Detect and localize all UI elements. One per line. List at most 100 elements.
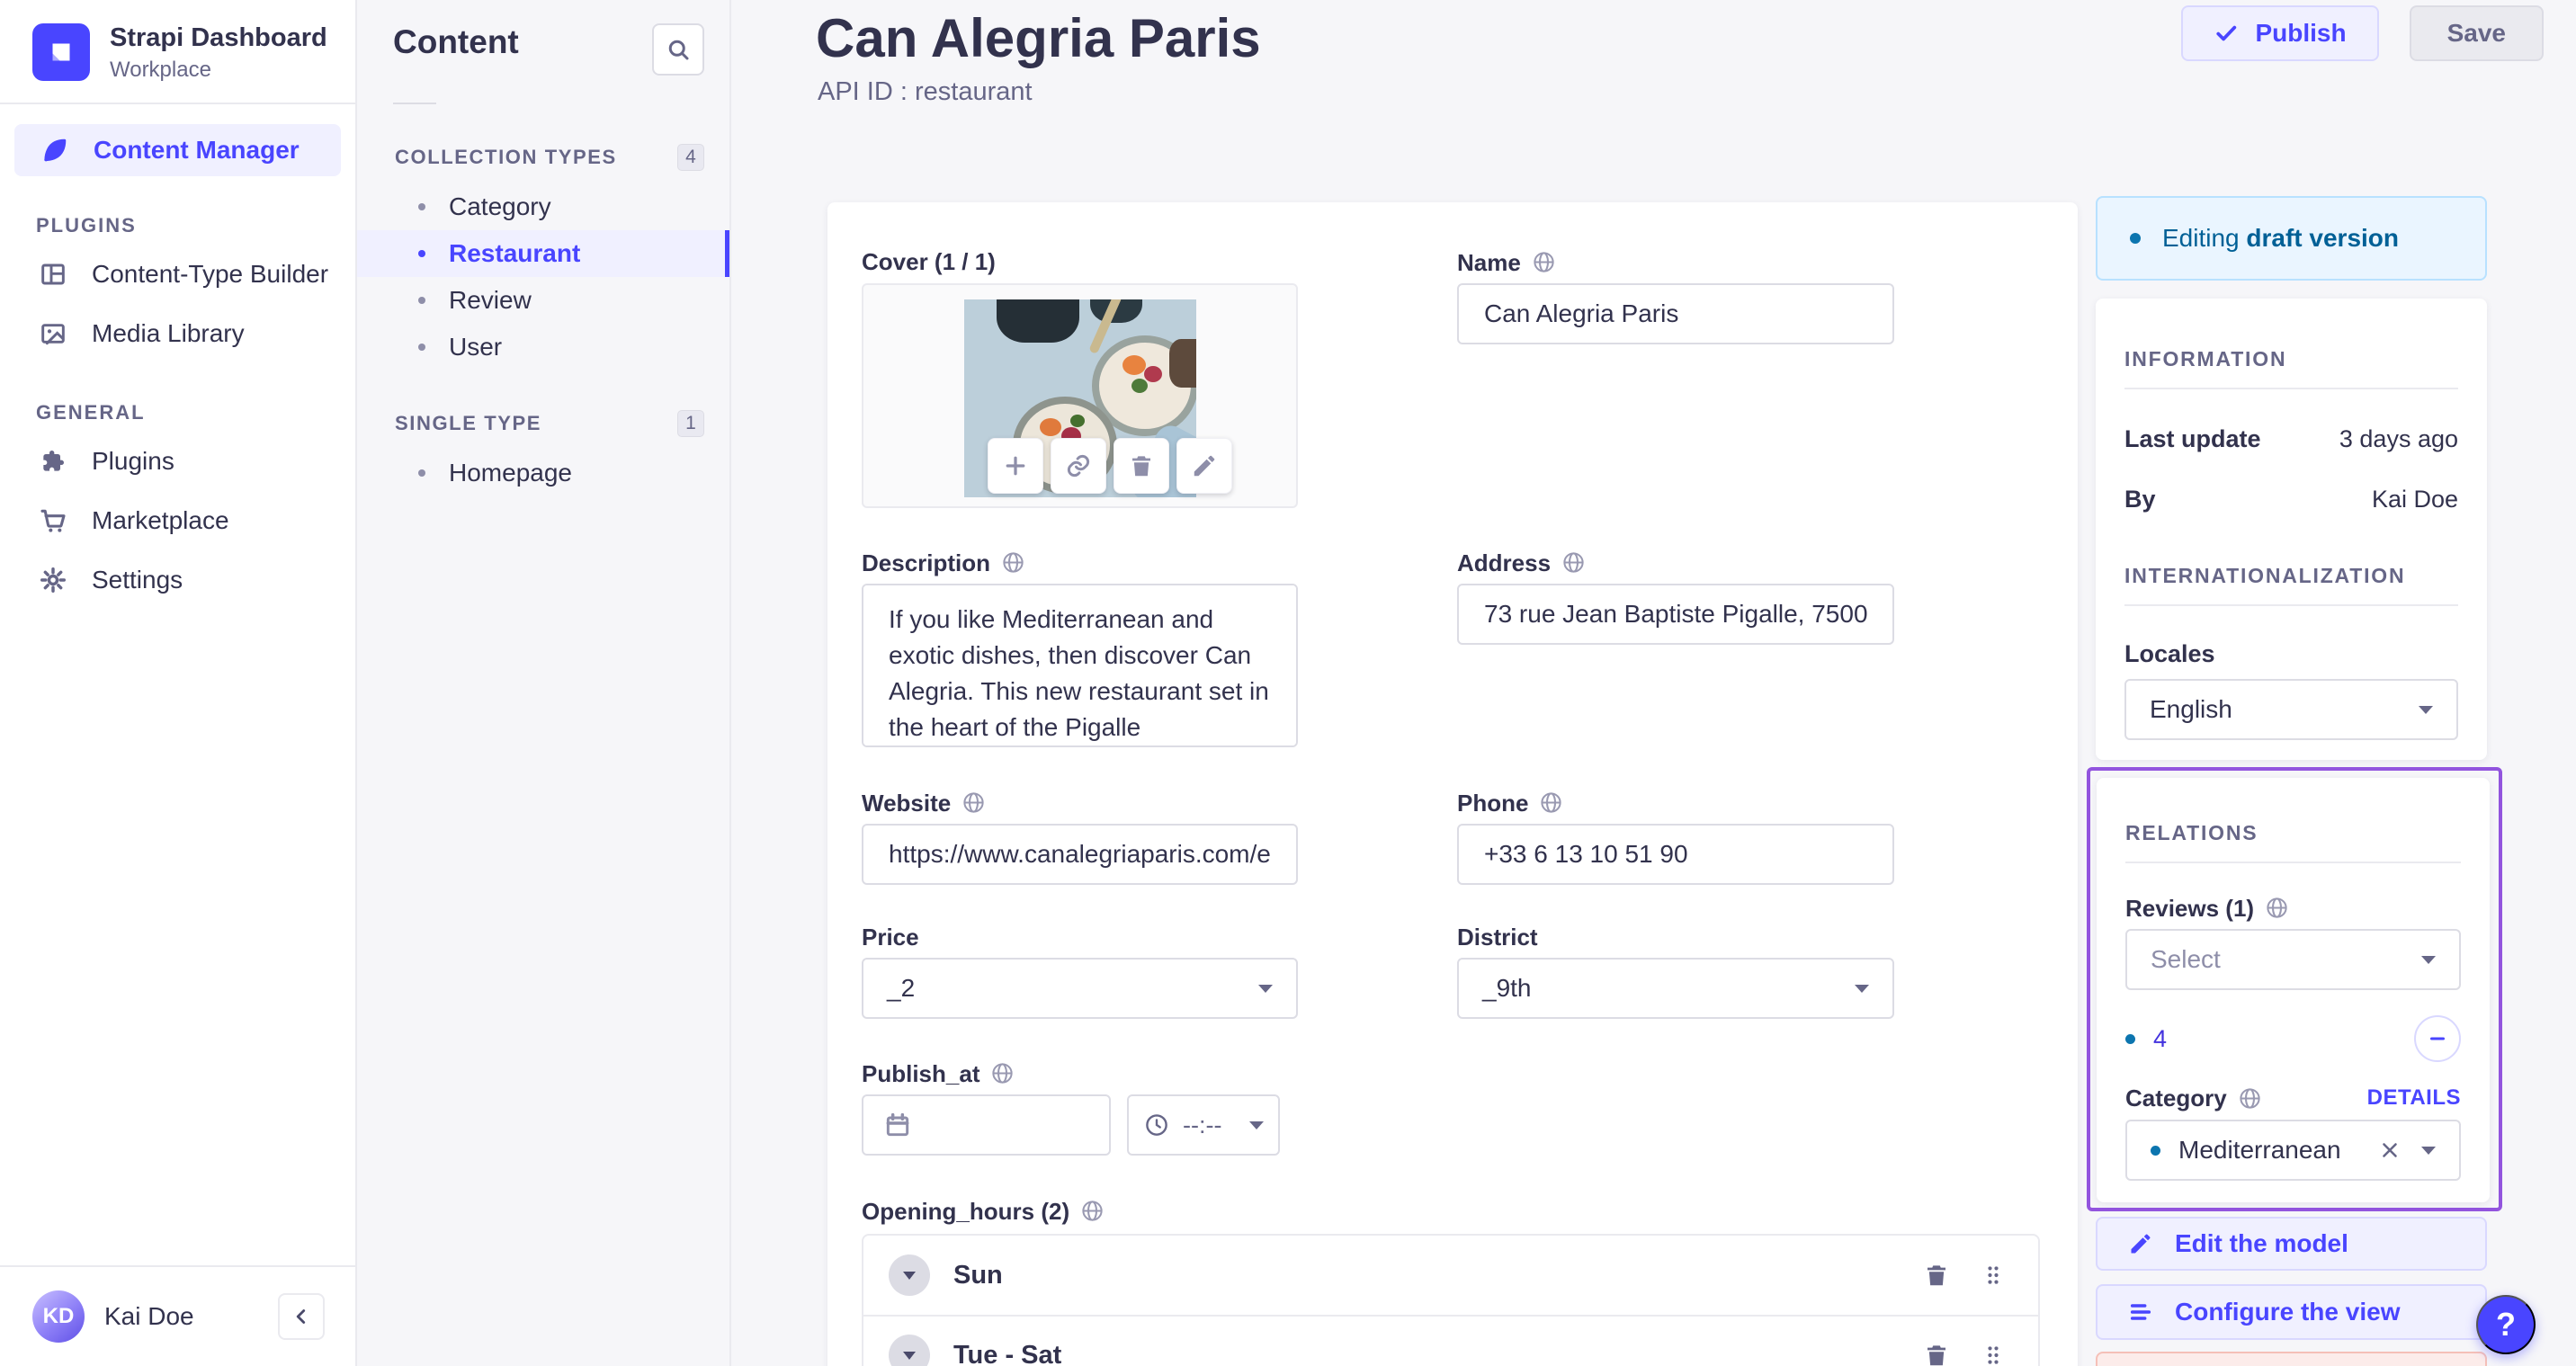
remove-relation-button[interactable] bbox=[2414, 1015, 2461, 1062]
last-update-label: Last update bbox=[2124, 425, 2261, 452]
field-label-text: Category bbox=[2125, 1085, 2227, 1112]
opening-hours-label: Opening_hours (2) bbox=[862, 1199, 2040, 1223]
price-field: Price _2 bbox=[862, 925, 1298, 1019]
phone-field: Phone bbox=[1457, 790, 1894, 885]
sidebar-item-label: Plugins bbox=[92, 447, 174, 476]
subnav-item-review[interactable]: Review bbox=[357, 277, 729, 324]
locale-select[interactable]: English bbox=[2124, 679, 2458, 740]
edit-model-button[interactable]: Edit the model bbox=[2096, 1217, 2487, 1271]
clear-category-button[interactable] bbox=[2378, 1138, 2402, 1162]
sidebar-item-content-manager[interactable]: Content Manager bbox=[14, 124, 341, 177]
relation-item-link[interactable]: 4 bbox=[2153, 1025, 2167, 1053]
configure-view-button[interactable]: Configure the view bbox=[2096, 1284, 2487, 1340]
field-label-text: Address bbox=[1457, 549, 1552, 576]
reviews-select[interactable]: Select bbox=[2125, 929, 2461, 990]
website-input[interactable] bbox=[862, 824, 1298, 885]
main-sidebar: Strapi Dashboard Workplace Content Manag… bbox=[0, 0, 357, 1366]
globe-icon bbox=[1080, 1199, 1105, 1223]
general-nav-group: Plugins Marketplace Settings bbox=[0, 432, 355, 610]
divider bbox=[393, 103, 436, 104]
sidebar-item-label: Content Manager bbox=[94, 136, 300, 165]
sidebar-item-label: Marketplace bbox=[92, 506, 229, 535]
chevron-down-icon bbox=[2421, 1146, 2436, 1155]
phone-label: Phone bbox=[1457, 790, 1894, 815]
collapse-sidebar-button[interactable] bbox=[278, 1293, 325, 1340]
description-label: Description bbox=[862, 550, 1298, 575]
phone-input[interactable] bbox=[1457, 824, 1894, 885]
district-select[interactable]: _9th bbox=[1457, 958, 1894, 1019]
website-field: Website bbox=[862, 790, 1298, 885]
save-label: Save bbox=[2446, 19, 2506, 47]
sidebar-item-plugins[interactable]: Plugins bbox=[0, 432, 355, 491]
sidebar-item-media-library[interactable]: Media Library bbox=[0, 304, 355, 363]
category-label-row: Category DETAILS bbox=[2125, 1085, 2461, 1111]
address-field: Address bbox=[1457, 550, 1894, 645]
user-avatar[interactable]: KD bbox=[32, 1290, 85, 1343]
help-button[interactable]: ? bbox=[2476, 1295, 2536, 1354]
trash-icon bbox=[1923, 1262, 1950, 1289]
chevron-down-icon bbox=[1249, 1120, 1264, 1129]
subnav-item-user[interactable]: User bbox=[357, 324, 729, 371]
delete-entry-button[interactable] bbox=[2096, 1352, 2487, 1366]
expand-row-button[interactable] bbox=[889, 1254, 930, 1296]
plugins-nav-group: Content-Type Builder Media Library bbox=[0, 245, 355, 363]
locales-label: Locales bbox=[2124, 640, 2215, 667]
publish-at-field: Publish_at --:-- bbox=[862, 1061, 1298, 1156]
app-window: Strapi Dashboard Workplace Content Manag… bbox=[0, 0, 2576, 1366]
collection-types-label: COLLECTION TYPES bbox=[395, 146, 617, 168]
globe-icon bbox=[2238, 1086, 2262, 1111]
description-textarea[interactable]: If you like Mediterranean and exotic dis… bbox=[862, 584, 1298, 747]
single-type-section: SINGLE TYPE 1 Homepage bbox=[357, 410, 729, 496]
workspace-switcher[interactable]: Strapi Dashboard Workplace bbox=[0, 0, 355, 105]
chevron-left-icon bbox=[290, 1305, 313, 1328]
bullet-icon bbox=[418, 469, 425, 477]
address-input[interactable] bbox=[1457, 584, 1894, 645]
opening-hours-row-sun: Sun bbox=[863, 1236, 2038, 1315]
cover-media-box bbox=[862, 283, 1298, 508]
drag-handle[interactable] bbox=[1981, 1342, 2006, 1366]
delete-media-button[interactable] bbox=[1114, 438, 1170, 494]
bullet-icon bbox=[418, 344, 425, 351]
internationalization-title: INTERNATIONALIZATION bbox=[2124, 564, 2406, 587]
cart-icon bbox=[38, 505, 68, 536]
edit-media-button[interactable] bbox=[1176, 438, 1233, 494]
search-icon bbox=[665, 36, 692, 63]
publish-at-date-picker[interactable] bbox=[862, 1094, 1111, 1156]
collection-types-section: COLLECTION TYPES 4 Category Restaurant R… bbox=[357, 144, 729, 371]
publish-at-time-picker[interactable]: --:-- bbox=[1127, 1094, 1280, 1156]
search-button[interactable] bbox=[652, 23, 704, 76]
subnav-item-label: Homepage bbox=[449, 459, 572, 487]
save-button[interactable]: Save bbox=[2409, 5, 2544, 61]
drag-dots-icon bbox=[1981, 1342, 2006, 1366]
status-prefix: Editing bbox=[2162, 224, 2240, 252]
relations-card: RELATIONS Reviews (1) Select 4 Category … bbox=[2097, 778, 2490, 1202]
sidebar-item-content-type-builder[interactable]: Content-Type Builder bbox=[0, 245, 355, 304]
details-link[interactable]: DETAILS bbox=[2367, 1085, 2461, 1111]
price-select[interactable]: _2 bbox=[862, 958, 1298, 1019]
sidebar-item-label: Settings bbox=[92, 566, 183, 594]
delete-row-button[interactable] bbox=[1923, 1262, 1950, 1289]
name-input[interactable] bbox=[1457, 283, 1894, 344]
category-select[interactable]: Mediterranean bbox=[2125, 1120, 2461, 1181]
gear-icon bbox=[38, 565, 68, 595]
subnav-item-restaurant[interactable]: Restaurant bbox=[357, 230, 729, 277]
divider bbox=[2124, 604, 2458, 606]
subnav-item-homepage[interactable]: Homepage bbox=[357, 450, 729, 496]
draft-status-banner: Editing draft version bbox=[2096, 196, 2487, 281]
drag-handle[interactable] bbox=[1981, 1262, 2006, 1289]
sidebar-item-marketplace[interactable]: Marketplace bbox=[0, 491, 355, 550]
copy-link-button[interactable] bbox=[1051, 438, 1107, 494]
add-media-button[interactable] bbox=[988, 438, 1044, 494]
expand-row-button[interactable] bbox=[889, 1335, 930, 1366]
collection-types-count-badge: 4 bbox=[677, 144, 704, 171]
delete-row-button[interactable] bbox=[1923, 1342, 1950, 1366]
information-title: INFORMATION bbox=[2124, 347, 2287, 371]
sidebar-item-settings[interactable]: Settings bbox=[0, 550, 355, 610]
pen-icon bbox=[40, 135, 70, 165]
publish-at-label: Publish_at bbox=[862, 1061, 1298, 1085]
publish-button[interactable]: Publish bbox=[2181, 5, 2379, 61]
subnav-item-category[interactable]: Category bbox=[357, 183, 729, 230]
price-label: Price bbox=[862, 924, 919, 951]
subnav-item-label: Review bbox=[449, 286, 532, 314]
price-value: _2 bbox=[887, 974, 916, 1002]
